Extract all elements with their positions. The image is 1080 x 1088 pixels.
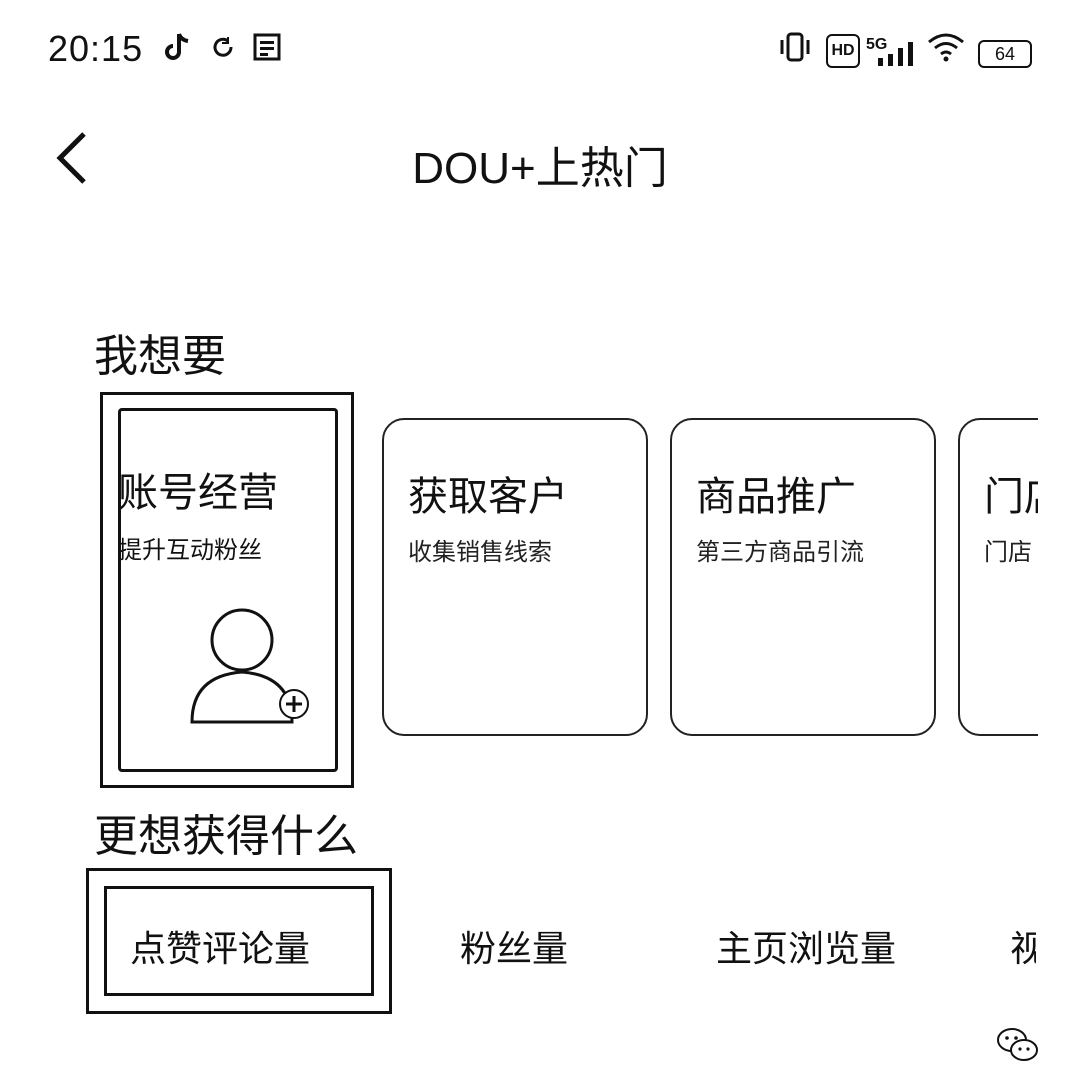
- metric-option-profile-views[interactable]: 主页浏览量: [716, 920, 896, 972]
- goal-card-desc: 提升互动粉丝: [118, 536, 262, 564]
- metric-option-label: 点赞评论量: [130, 929, 311, 970]
- goal-card-store[interactable]: 门店 门店: [958, 418, 1038, 736]
- goal-card-customers[interactable]: 获取客户 收集销售线索: [382, 418, 648, 736]
- tiktok-icon: [164, 30, 192, 64]
- metric-section-title: 更想获得什么: [94, 811, 358, 862]
- goal-card-name: 门店: [984, 474, 1038, 520]
- goal-card-name: 商品推广: [696, 474, 856, 520]
- goal-card-desc: 第三方商品引流: [696, 538, 864, 566]
- app-icon: [252, 30, 282, 64]
- metric-option-video-clip: 视: [1010, 910, 1036, 970]
- metric-option-video[interactable]: 视: [1010, 920, 1036, 970]
- battery-indicator: 64: [978, 40, 1032, 68]
- goal-card-desc: 收集销售线索: [408, 538, 552, 566]
- vibrate-icon: [776, 30, 814, 64]
- wifi-icon: [926, 30, 966, 64]
- page-title: DOU+上热门: [412, 144, 668, 193]
- goal-card-products[interactable]: 商品推广 第三方商品引流: [670, 418, 936, 736]
- goal-card-name: 账号经营: [118, 470, 278, 516]
- wechat-watermark-icon: [994, 1024, 1040, 1064]
- goal-card-desc: 门店: [984, 538, 1032, 566]
- refresh-icon: [210, 30, 236, 64]
- user-add-icon: [186, 606, 326, 736]
- metric-option-followers[interactable]: 粉丝量: [460, 920, 568, 972]
- goal-section-title: 我想要: [94, 331, 226, 382]
- hd-icon: HD: [826, 34, 860, 68]
- goal-card-name: 获取客户: [408, 474, 568, 520]
- signal-5g-icon: [876, 36, 916, 70]
- goal-card-store-clip: 门店 门店: [958, 418, 1038, 736]
- status-time: 20:15: [48, 28, 144, 69]
